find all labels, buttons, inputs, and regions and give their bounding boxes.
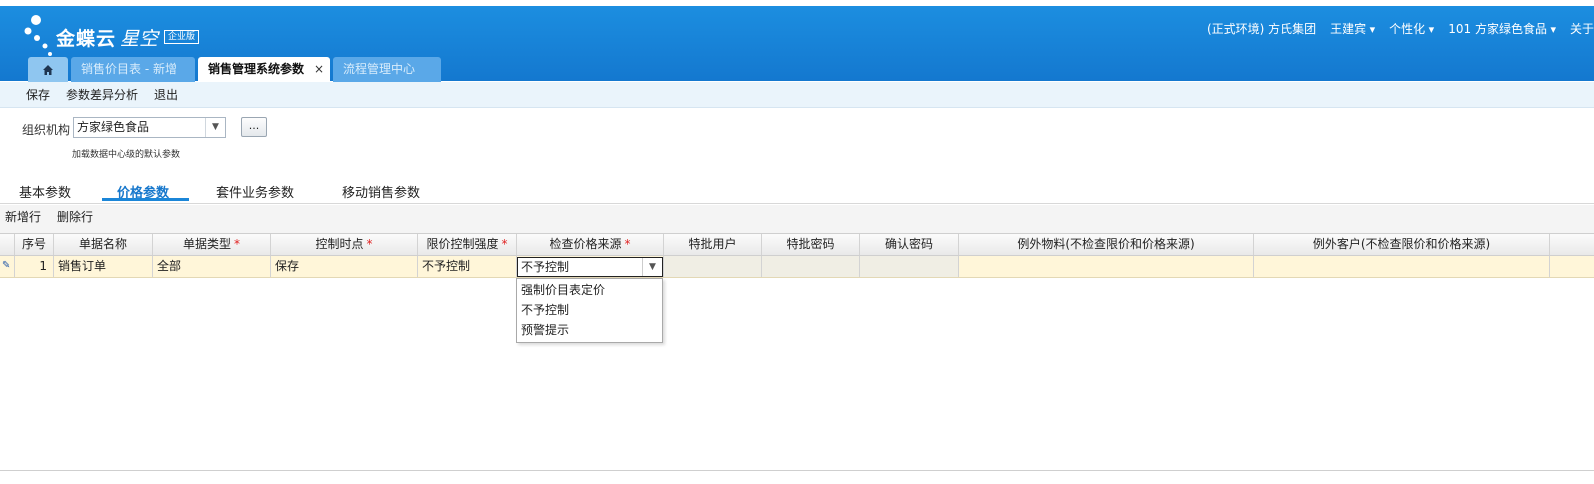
- grid-toolbar: 新增行 删除行: [0, 205, 1594, 233]
- tab-label: 销售管理系统参数: [208, 62, 305, 76]
- column-label: 序号: [21, 237, 46, 251]
- dropdown-option[interactable]: 预警提示: [517, 320, 662, 340]
- main-toolbar: 保存 参数差异分析 退出: [0, 82, 1594, 108]
- cell-approval-password[interactable]: [762, 256, 860, 277]
- org-select[interactable]: 方家绿色食品 ▼: [73, 117, 226, 138]
- column-label: 控制时点: [315, 237, 364, 251]
- logo-text: 金蝶云: [56, 28, 117, 50]
- cell-seq: 1: [15, 256, 54, 277]
- cell-approval-user[interactable]: [664, 256, 762, 277]
- cell-confirm-password[interactable]: [860, 256, 959, 277]
- column-label: 检查价格来源: [549, 237, 622, 251]
- cell-control-strength[interactable]: 不予控制: [418, 256, 517, 277]
- chevron-down-icon[interactable]: ▼: [205, 118, 225, 137]
- column-label: 例外物料(不检查限价和价格来源): [1017, 237, 1195, 251]
- org-select-value: 方家绿色食品: [77, 120, 150, 134]
- personalize-menu[interactable]: 个性化: [1389, 20, 1434, 36]
- check-source-select[interactable]: 不予控制 ▼: [517, 257, 663, 277]
- dropdown-option[interactable]: 强制价目表定价: [517, 280, 662, 300]
- tab-price-list-new[interactable]: 销售价目表 - 新增: [71, 57, 195, 82]
- cell-exception-material[interactable]: [959, 256, 1254, 277]
- pencil-icon: ✎: [2, 260, 11, 271]
- column-header[interactable]: 检查价格来源 *: [517, 234, 664, 255]
- tab-sales-system-params[interactable]: 销售管理系统参数 ×: [198, 57, 330, 82]
- active-tab-indicator: [102, 198, 189, 201]
- add-row-button[interactable]: 新增行: [5, 205, 41, 233]
- delete-row-button[interactable]: 删除行: [57, 205, 93, 233]
- tab-process-center[interactable]: 流程管理中心: [333, 57, 441, 82]
- column-label: 单据名称: [78, 237, 127, 251]
- param-diff-button[interactable]: 参数差异分析: [66, 82, 138, 107]
- required-mark: *: [234, 237, 240, 251]
- org-label: 组织机构: [22, 123, 71, 137]
- column-header[interactable]: 特批密码: [762, 234, 860, 255]
- column-header[interactable]: 限价控制强度 *: [418, 234, 517, 255]
- tab-basic-params[interactable]: 基本参数: [19, 182, 71, 201]
- home-icon: [43, 65, 53, 75]
- column-label: 单据类型: [182, 237, 231, 251]
- tab-label: 流程管理中心: [343, 62, 416, 76]
- column-label: 特批用户: [688, 237, 737, 251]
- column-header[interactable]: 例外客户(不检查限价和价格来源): [1254, 234, 1550, 255]
- column-header[interactable]: 单据名称: [54, 234, 153, 255]
- column-label: 例外客户(不检查限价和价格来源): [1312, 237, 1491, 251]
- logo-subtext: 星空: [120, 28, 159, 50]
- org-menu[interactable]: 101 方家绿色食品: [1448, 20, 1556, 36]
- about-link[interactable]: 关于: [1570, 20, 1594, 36]
- check-source-dropdown: 强制价目表定价 不予控制 预警提示: [516, 278, 663, 343]
- column-label: 特批密码: [786, 237, 835, 251]
- check-source-value: 不予控制: [521, 260, 570, 274]
- column-header[interactable]: 确认密码: [860, 234, 959, 255]
- column-label: 确认密码: [884, 237, 933, 251]
- param-tabs: 基本参数 价格参数 套件业务参数 移动销售参数: [0, 180, 1594, 204]
- column-header[interactable]: 序号: [15, 234, 54, 255]
- chevron-down-icon[interactable]: ▼: [642, 258, 662, 276]
- top-header: 金蝶云 星空 企业版 (正式环境) 方氏集团 王建宾 个性化 101 方家绿色食…: [0, 6, 1594, 82]
- user-menu[interactable]: 王建宾: [1330, 20, 1375, 36]
- tab-mobile-params[interactable]: 移动销售参数: [342, 182, 420, 201]
- edition-badge: 企业版: [164, 30, 200, 44]
- close-icon[interactable]: ×: [314, 57, 324, 82]
- row-indicator-header: [0, 234, 15, 255]
- column-header[interactable]: 控制时点 *: [271, 234, 418, 255]
- required-mark: *: [366, 237, 373, 251]
- column-header[interactable]: 例外物料(不检查限价和价格来源): [959, 234, 1254, 255]
- required-mark: *: [624, 237, 631, 251]
- environment-label: (正式环境) 方氏集团: [1206, 22, 1317, 36]
- window-tabs: 销售价目表 - 新增 销售管理系统参数 × 流程管理中心: [28, 57, 444, 82]
- column-header[interactable]: 单据类型 *: [153, 234, 271, 255]
- save-button[interactable]: 保存: [26, 82, 50, 107]
- cell-bill-name[interactable]: 销售订单: [54, 256, 153, 277]
- user-area: (正式环境) 方氏集团 王建宾 个性化 101 方家绿色食品 关于: [1207, 20, 1594, 36]
- tab-label: 销售价目表 - 新增: [81, 62, 177, 76]
- row-indicator: ✎: [0, 256, 15, 277]
- load-defaults-hint[interactable]: 加载数据中心级的默认参数: [72, 147, 180, 160]
- exit-button[interactable]: 退出: [154, 82, 178, 107]
- dropdown-option[interactable]: 不予控制: [517, 300, 662, 320]
- tab-home[interactable]: [28, 57, 68, 82]
- cell-exception-customer[interactable]: [1254, 256, 1550, 277]
- column-label: 限价控制强度: [426, 237, 499, 251]
- column-header[interactable]: 特批用户: [664, 234, 762, 255]
- tab-suite-params[interactable]: 套件业务参数: [216, 182, 294, 201]
- table-row[interactable]: ✎ 1 销售订单 全部 保存 不予控制: [0, 256, 1594, 278]
- more-button[interactable]: ...: [241, 117, 267, 137]
- cell-control-point[interactable]: 保存: [271, 256, 418, 277]
- grid-header: 序号 单据名称 单据类型 * 控制时点 * 限价控制强度 * 检查价格来源 * 特批用户…: [0, 233, 1594, 256]
- cell-bill-type[interactable]: 全部: [153, 256, 271, 277]
- divider: [0, 470, 1594, 471]
- required-mark: *: [501, 237, 508, 251]
